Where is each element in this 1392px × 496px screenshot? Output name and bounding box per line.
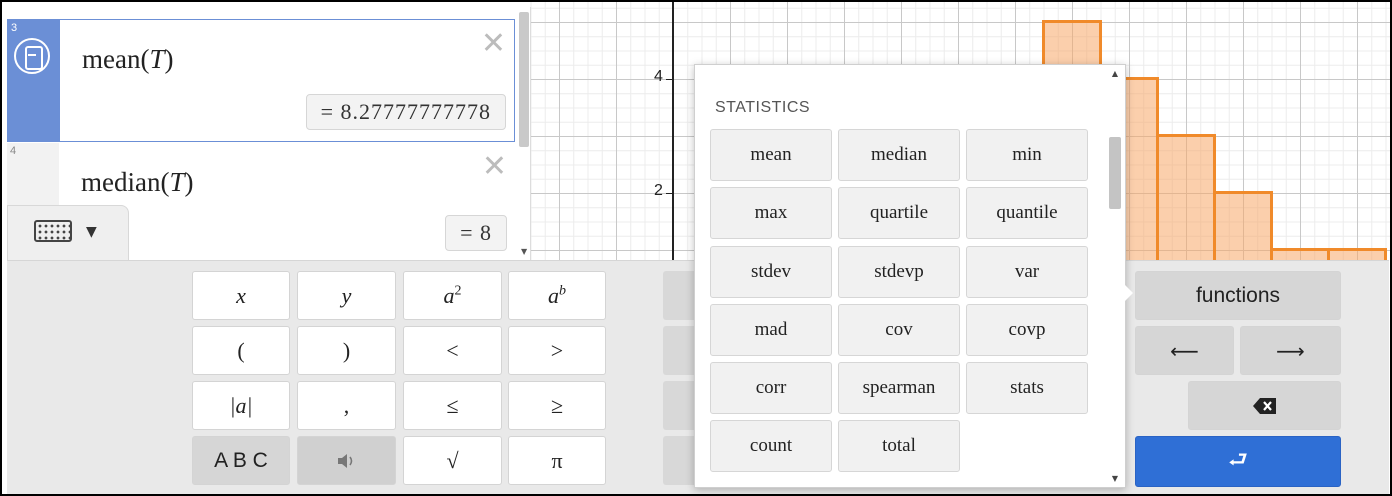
key-power-label: ab	[548, 282, 566, 308]
fn-corr[interactable]: corr	[710, 362, 832, 414]
fn-max[interactable]: max	[710, 187, 832, 239]
scroll-down-arrow[interactable]: ▼	[521, 247, 527, 256]
key-less-than[interactable]: <	[403, 326, 502, 375]
expression-index: 3	[11, 22, 18, 34]
key-power[interactable]: ab	[508, 271, 606, 320]
popup-scrollbar[interactable]	[1109, 137, 1121, 209]
key-less-equal[interactable]: ≤	[403, 381, 502, 430]
key-y[interactable]: y	[297, 271, 396, 320]
functions-popup: ▲ STATISTICS ▼ mean median min max quart…	[694, 64, 1126, 488]
backspace-button[interactable]	[1188, 381, 1341, 430]
key-comma[interactable]: ,	[297, 381, 396, 430]
key-absolute-value[interactable]: |a|	[192, 381, 290, 430]
y-tick-mark-2	[666, 193, 674, 194]
fn-total[interactable]: total	[838, 420, 960, 472]
functions-button[interactable]: functions	[1135, 271, 1341, 320]
backspace-icon	[1252, 397, 1276, 414]
histogram-bar	[1213, 191, 1273, 260]
expression-formula[interactable]: mean(T)	[82, 44, 174, 75]
key-pi[interactable]: π	[508, 436, 606, 485]
histogram-bar	[1327, 248, 1387, 260]
fn-quartile[interactable]: quartile	[838, 187, 960, 239]
fn-median[interactable]: median	[838, 129, 960, 181]
right-paren: )	[184, 167, 194, 197]
enter-icon[interactable]: ⮐	[1135, 436, 1341, 487]
function-argument: T	[149, 44, 165, 74]
y-tick-label-4: 4	[654, 68, 663, 85]
fn-mean[interactable]: mean	[710, 129, 832, 181]
popup-section-title: STATISTICS	[715, 99, 811, 116]
expression-index: 4	[10, 145, 17, 157]
y-tick-mark-4	[666, 79, 674, 80]
keyboard-toggle[interactable]: ▼	[7, 205, 129, 262]
speaker-icon	[337, 453, 352, 468]
fn-stdevp[interactable]: stdevp	[838, 246, 960, 298]
key-sqrt[interactable]: √	[403, 436, 502, 485]
fn-covp[interactable]: covp	[966, 304, 1088, 356]
function-name: median	[81, 167, 161, 197]
y-axis	[672, 2, 674, 260]
popup-pointer	[1123, 283, 1133, 303]
histogram-bar	[1156, 134, 1216, 260]
key-x[interactable]: x	[192, 271, 290, 320]
fn-quantile[interactable]: quantile	[966, 187, 1088, 239]
y-tick-label-2: 2	[654, 182, 663, 199]
popup-scroll-up[interactable]: ▲	[1112, 69, 1118, 78]
fn-cov[interactable]: cov	[838, 304, 960, 356]
key-abc[interactable]: A B C	[192, 436, 290, 485]
key-y-label: y	[341, 282, 352, 308]
expression-result: = 8	[445, 215, 507, 251]
function-argument: T	[169, 167, 185, 197]
chevron-down-icon: ▼	[86, 224, 97, 240]
key-greater-equal[interactable]: ≥	[508, 381, 606, 430]
key-abs-label: |a|	[229, 392, 253, 418]
histogram-bar	[1270, 248, 1330, 260]
expression-result: = 8.27777777778	[305, 94, 506, 130]
close-icon[interactable]: ✕	[481, 26, 506, 61]
expression-gutter: 3	[8, 20, 60, 141]
close-icon[interactable]: ✕	[482, 149, 507, 184]
function-name: mean	[82, 44, 141, 74]
fn-stdev[interactable]: stdev	[710, 246, 832, 298]
statistics-icon	[14, 38, 50, 74]
fn-stats[interactable]: stats	[966, 362, 1088, 414]
calculator-window: 4 2 3 mean(T) ✕ = 8.27777777778 4 median…	[0, 0, 1392, 496]
arrow-left-icon[interactable]: ⟵	[1135, 326, 1234, 375]
fn-var[interactable]: var	[966, 246, 1088, 298]
key-square-label: a2	[443, 282, 462, 308]
key-right-paren[interactable]: )	[297, 326, 396, 375]
key-left-paren[interactable]: (	[192, 326, 290, 375]
popup-scroll-down[interactable]: ▼	[1112, 474, 1118, 483]
expression-list-scrollbar[interactable]	[519, 12, 529, 147]
key-x-label: x	[236, 282, 246, 308]
key-square[interactable]: a2	[403, 271, 502, 320]
expression-formula[interactable]: median(T)	[81, 167, 194, 198]
keyboard-icon	[34, 220, 72, 242]
key-audio[interactable]	[297, 436, 396, 485]
fn-mad[interactable]: mad	[710, 304, 832, 356]
expression-row[interactable]: 3 mean(T) ✕ = 8.27777777778	[7, 19, 515, 142]
key-greater-than[interactable]: >	[508, 326, 606, 375]
fn-min[interactable]: min	[966, 129, 1088, 181]
fn-count[interactable]: count	[710, 420, 832, 472]
right-paren: )	[164, 44, 174, 74]
fn-spearman[interactable]: spearman	[838, 362, 960, 414]
arrow-right-icon[interactable]: ⟶	[1240, 326, 1341, 375]
